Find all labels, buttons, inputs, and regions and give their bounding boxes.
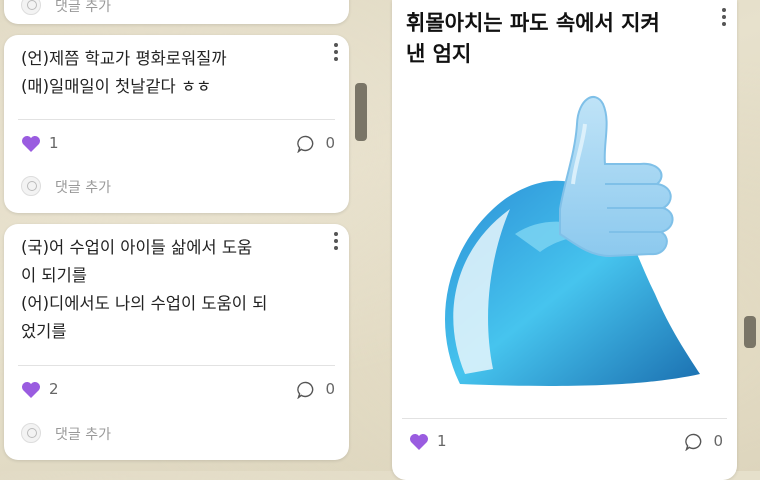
reaction-row: 2 0 — [21, 379, 335, 401]
comment-icon[interactable] — [685, 433, 703, 451]
like-count: 2 — [49, 380, 59, 398]
comment-icon[interactable] — [297, 381, 315, 399]
divider — [18, 365, 335, 366]
comment-count: 0 — [713, 432, 723, 450]
comment-icon[interactable] — [297, 135, 315, 153]
divider — [18, 119, 335, 120]
scrollbar-thumb[interactable] — [355, 83, 367, 141]
add-comment-label: 댓글 추가 — [55, 427, 111, 443]
scrollbar-thumb[interactable] — [744, 316, 756, 348]
comment-count: 0 — [325, 380, 335, 398]
add-comment-label: 댓글 추가 — [55, 0, 111, 15]
post-card-partial: 댓글 추가 — [4, 0, 349, 24]
reaction-row: 1 0 — [409, 431, 723, 453]
post-card-2[interactable]: (국)어 수업이 아이들 삶에서 도움 이 되기를 (어)디에서도 나의 수업이… — [4, 224, 349, 460]
user-avatar — [21, 0, 41, 15]
reaction-row: 1 0 — [21, 133, 335, 155]
more-options-icon[interactable] — [333, 232, 339, 250]
heart-icon[interactable] — [21, 381, 41, 399]
more-options-icon[interactable] — [721, 8, 727, 26]
user-avatar — [21, 176, 41, 196]
thumbs-up-wave-image[interactable] — [420, 84, 710, 404]
heart-icon[interactable] — [21, 135, 41, 153]
user-avatar — [21, 423, 41, 443]
post-title: 휘몰아치는 파도 속에서 지켜 낸 엄지 — [406, 11, 660, 66]
like-count: 1 — [437, 432, 447, 450]
like-count: 1 — [49, 134, 59, 152]
add-comment-label: 댓글 추가 — [55, 180, 111, 196]
heart-icon[interactable] — [409, 433, 429, 451]
post-card-1[interactable]: (언)제쯤 학교가 평화로워질까 (매)일매일이 첫날같다 ㅎㅎ 1 0 댓글 … — [4, 35, 349, 213]
post-text: (언)제쯤 학교가 평화로워질까 (매)일매일이 첫날같다 ㅎㅎ — [21, 49, 227, 96]
post-card-image[interactable]: 휘몰아치는 파도 속에서 지켜 낸 엄지 1 0 — [392, 0, 737, 480]
comment-count: 0 — [325, 134, 335, 152]
divider — [402, 418, 727, 419]
more-options-icon[interactable] — [333, 43, 339, 61]
post-text: (국)어 수업이 아이들 삶에서 도움 이 되기를 (어)디에서도 나의 수업이… — [21, 238, 268, 341]
